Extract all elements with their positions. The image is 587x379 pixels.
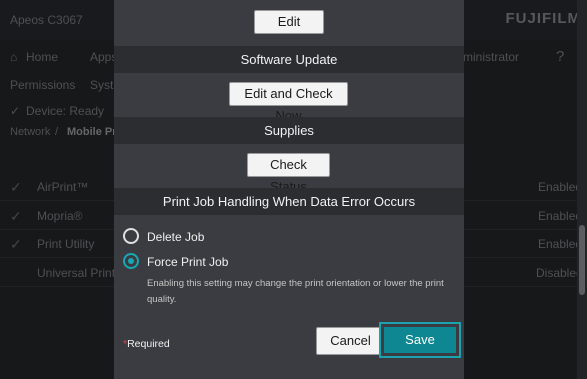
required-label: Required (127, 338, 170, 350)
setting-note: Enabling this setting may change the pri… (147, 278, 444, 305)
edit-and-check-now-button[interactable]: Edit and Check Now (229, 82, 348, 123)
required-indicator: *Required (123, 338, 170, 350)
cancel-button[interactable]: Cancel (316, 327, 385, 355)
scrollbar-thumb[interactable] (579, 225, 585, 295)
check-status-button[interactable]: Check Status (247, 153, 330, 194)
scrollbar[interactable] (577, 0, 587, 379)
save-button-focus-ring[interactable]: Save (379, 322, 461, 358)
radio-label-force-print-job[interactable]: Force Print Job (147, 255, 228, 269)
save-button[interactable]: Save (384, 327, 456, 353)
radio-label-delete-job[interactable]: Delete Job (147, 230, 204, 244)
print-job-handling-header: Print Job Handling When Data Error Occur… (114, 188, 464, 215)
radio-button-force-print-job[interactable] (123, 253, 139, 269)
supplies-header: Supplies (114, 117, 464, 144)
settings-dialog: Edit Software Update Edit and Check Now … (114, 0, 464, 379)
radio-button-delete-job[interactable] (123, 228, 139, 244)
edit-button[interactable]: Edit (254, 10, 324, 34)
software-update-header: Software Update (114, 46, 464, 73)
